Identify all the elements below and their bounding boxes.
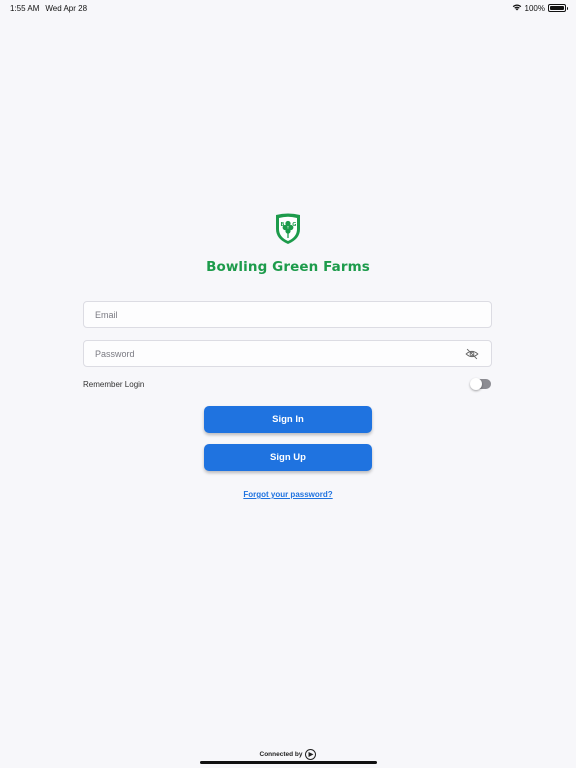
shield-clover-icon: B G: [273, 212, 303, 251]
eye-slash-icon[interactable]: [464, 346, 480, 362]
email-input[interactable]: [95, 309, 480, 320]
logo-letter: G: [292, 222, 296, 228]
brand-name: Bowling Green Farms: [206, 259, 370, 275]
battery-percent: 100%: [524, 3, 545, 13]
status-bar: 1:55 AM Wed Apr 28 100%: [0, 0, 576, 16]
footer: Connected by ▶: [0, 749, 576, 760]
connected-by-label: Connected by: [259, 751, 303, 758]
remember-login-label: Remember Login: [83, 379, 145, 389]
remember-login-toggle[interactable]: [470, 378, 491, 390]
wifi-icon: [512, 3, 522, 13]
status-left: 1:55 AM Wed Apr 28: [10, 4, 87, 13]
email-field[interactable]: [83, 301, 492, 328]
home-indicator[interactable]: [200, 761, 377, 764]
status-time: 1:55 AM: [10, 3, 40, 13]
password-input[interactable]: [95, 348, 464, 359]
status-date: Wed Apr 28: [45, 3, 88, 13]
status-right: 100%: [512, 3, 568, 13]
password-field[interactable]: [83, 340, 492, 367]
battery-icon: [548, 4, 568, 12]
sign-up-button[interactable]: Sign Up: [204, 444, 372, 471]
logo-letter: B: [281, 222, 285, 228]
toggle-knob: [470, 378, 482, 390]
remember-login-row: Remember Login: [83, 377, 492, 391]
brand-header: B G Bowling Green Farms: [0, 212, 576, 275]
battery-fill: [550, 6, 564, 10]
forgot-password-link[interactable]: Forgot your password?: [0, 490, 576, 499]
sign-in-button[interactable]: Sign In: [204, 406, 372, 433]
connector-logo-icon: ▶: [305, 749, 317, 760]
